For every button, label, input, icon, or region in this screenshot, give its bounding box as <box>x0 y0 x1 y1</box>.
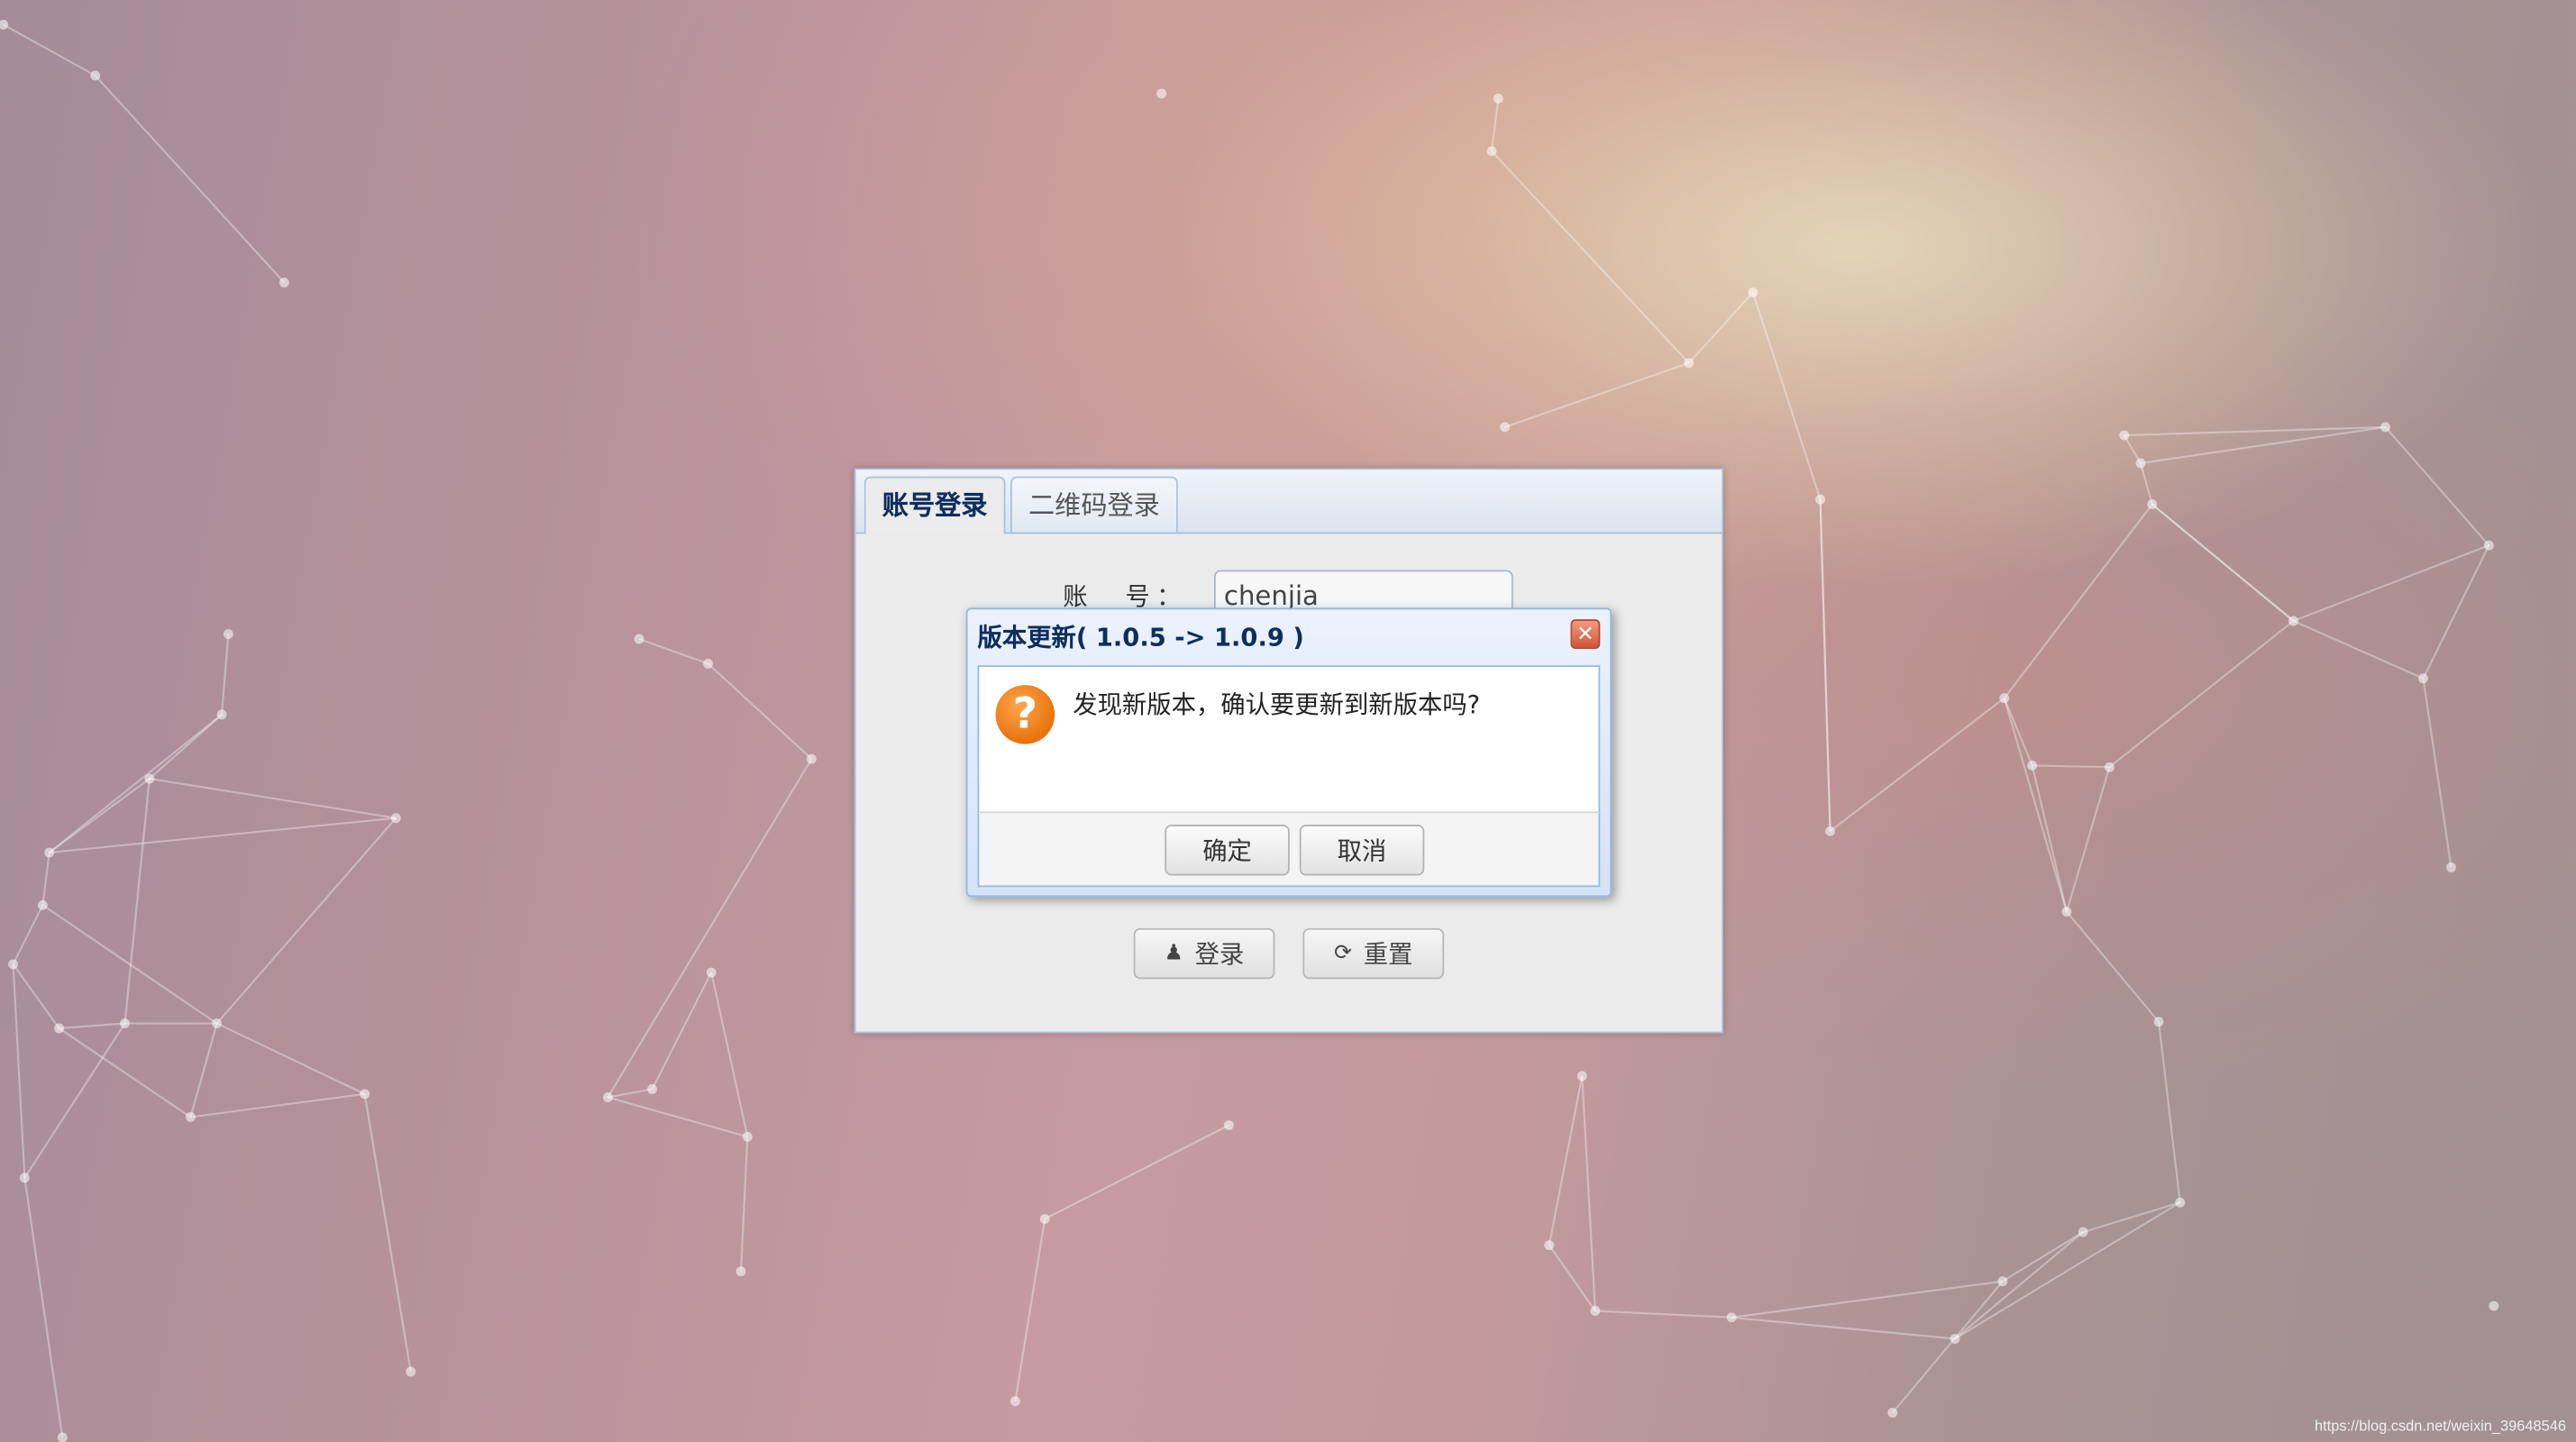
login-button[interactable]: ♟ 登录 <box>1133 927 1275 980</box>
reset-button-label: 重置 <box>1363 939 1413 970</box>
reset-button[interactable]: ⟳ 重置 <box>1302 927 1445 980</box>
confirm-button[interactable]: 确定 <box>1165 824 1290 876</box>
tab-account-login[interactable]: 账号登录 <box>863 476 1006 534</box>
cancel-button[interactable]: 取消 <box>1299 824 1425 876</box>
login-tab-bar: 账号登录 二维码登录 <box>855 470 1722 534</box>
close-icon[interactable]: ✕ <box>1570 619 1601 649</box>
tab-qrcode-login[interactable]: 二维码登录 <box>1009 476 1178 533</box>
dialog-footer: 确定 取消 <box>977 813 1601 888</box>
login-button-label: 登录 <box>1194 939 1245 970</box>
dialog-message: 发现新版本，确认要更新到新版本吗? <box>1073 689 1481 720</box>
version-update-dialog: 版本更新( 1.0.5 -> 1.0.9 ) ✕ ? 发现新版本，确认要更新到新… <box>965 607 1612 898</box>
user-icon: ♟ <box>1164 941 1183 966</box>
login-page-background: 账号登录 二维码登录 账 号： ♟ 登录 ⟳ 重置 版本更新( 1.0.5 ->… <box>0 0 2576 1442</box>
watermark-text: https://blog.csdn.net/weixin_39648546 <box>2314 1417 2567 1435</box>
refresh-icon: ⟳ <box>1334 941 1352 966</box>
question-icon: ? <box>995 685 1055 744</box>
dialog-title: 版本更新( 1.0.5 -> 1.0.9 ) <box>977 622 1304 653</box>
dialog-body: ? 发现新版本，确认要更新到新版本吗? <box>977 665 1601 814</box>
